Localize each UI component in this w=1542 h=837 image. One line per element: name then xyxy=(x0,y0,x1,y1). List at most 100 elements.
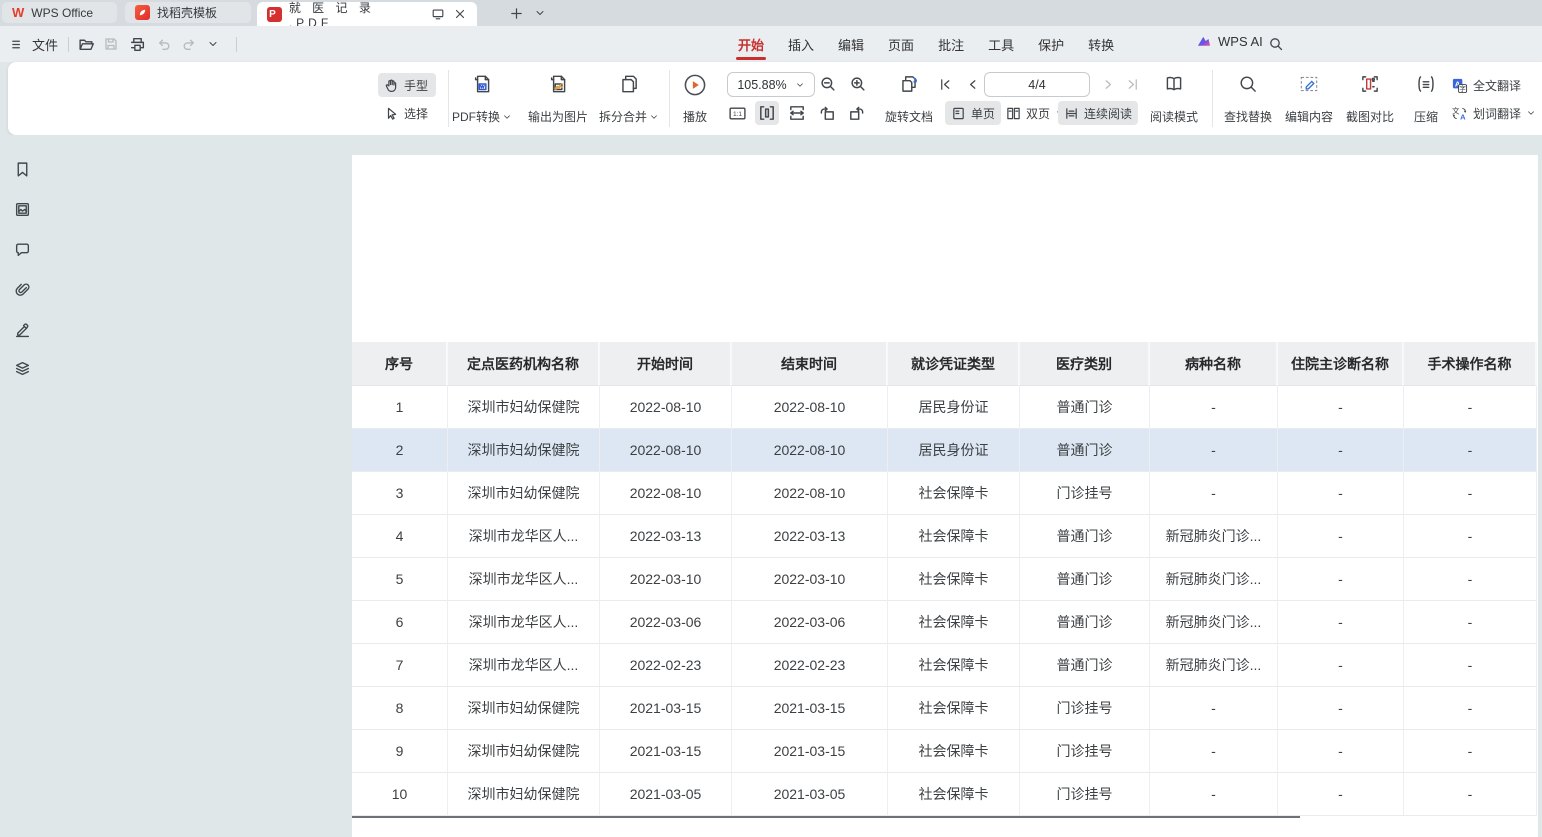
tab-wps-office[interactable]: W WPS Office xyxy=(2,2,117,23)
fit-page-button[interactable] xyxy=(755,101,779,125)
comment-panel-button[interactable] xyxy=(10,237,34,261)
svg-text:A: A xyxy=(1460,112,1466,121)
fit-width-button[interactable] xyxy=(785,101,809,125)
table-cell: - xyxy=(1404,773,1537,816)
print-button[interactable] xyxy=(129,32,146,56)
menu-tab-2[interactable]: 编辑 xyxy=(838,26,864,62)
play-icon xyxy=(683,73,707,97)
table-cell: 深圳市妇幼保健院 xyxy=(448,472,600,515)
table-cell: 2021-03-15 xyxy=(732,730,888,773)
table-cell: 9 xyxy=(352,730,448,773)
thumbnail-panel-button[interactable] xyxy=(10,197,34,221)
export-image-button[interactable]: 输出为图片 xyxy=(521,71,595,127)
layers-panel-button[interactable] xyxy=(10,356,34,380)
page-number-input[interactable]: 4/4 xyxy=(984,72,1090,97)
menu-tab-4[interactable]: 批注 xyxy=(938,26,964,62)
table-cell: 5 xyxy=(352,558,448,601)
table-cell: - xyxy=(1404,687,1537,730)
table-cell: - xyxy=(1404,730,1537,773)
bookmark-panel-button[interactable] xyxy=(10,157,34,181)
table-cell: - xyxy=(1404,472,1537,515)
wps-ai-button[interactable]: WPS AI xyxy=(1196,34,1263,49)
table-cell: - xyxy=(1150,687,1278,730)
chevron-down-icon xyxy=(1526,108,1536,118)
single-page-button[interactable]: 单页 xyxy=(945,101,1001,125)
table-header-cell: 病种名称 xyxy=(1150,342,1278,386)
screenshot-compare-button[interactable]: 截图对比 xyxy=(1340,71,1400,127)
table-cell: 2022-08-10 xyxy=(732,472,888,515)
table-cell: 2022-08-10 xyxy=(600,472,732,515)
pdf-page[interactable]: 序号定点医药机构名称开始时间结束时间就诊凭证类型医疗类别病种名称住院主诊断名称手… xyxy=(352,155,1538,837)
table-cell: - xyxy=(1404,429,1537,472)
edit-content-button[interactable]: 编辑内容 xyxy=(1279,71,1339,127)
table-cell: 深圳市妇幼保健院 xyxy=(448,773,600,816)
menu-tab-7[interactable]: 转换 xyxy=(1088,26,1114,62)
edit-content-label: 编辑内容 xyxy=(1285,108,1333,125)
prev-page-button[interactable] xyxy=(960,72,984,96)
find-replace-button[interactable]: 查找替换 xyxy=(1218,71,1278,127)
full-translate-button[interactable]: A字 全文翻译 xyxy=(1445,73,1527,97)
tab-label: WPS Office xyxy=(31,6,93,20)
share-screen-icon[interactable] xyxy=(431,7,445,21)
zoom-in-button[interactable] xyxy=(846,72,870,96)
attachment-icon xyxy=(14,281,31,298)
table-body: 1深圳市妇幼保健院2022-08-102022-08-10居民身份证普通门诊--… xyxy=(352,386,1537,816)
rotate-right-button[interactable] xyxy=(845,101,869,125)
rotate-document-icon xyxy=(898,73,920,95)
last-page-button[interactable] xyxy=(1120,72,1144,96)
single-page-label: 单页 xyxy=(971,105,995,122)
pdf-convert-button[interactable]: PDF转换 xyxy=(446,71,518,127)
hand-icon xyxy=(384,78,399,93)
search-icon[interactable] xyxy=(1268,36,1284,52)
table-cell: 居民身份证 xyxy=(888,429,1020,472)
menu-tab-1[interactable]: 插入 xyxy=(788,26,814,62)
hand-tool-button[interactable]: 手型 xyxy=(378,73,436,97)
undo-button[interactable] xyxy=(155,32,172,56)
zoom-out-button[interactable] xyxy=(816,72,840,96)
table-cell: 新冠肺炎门诊... xyxy=(1150,558,1278,601)
play-button[interactable]: 播放 xyxy=(674,71,716,127)
attachment-panel-button[interactable] xyxy=(10,277,34,301)
menu-tab-5[interactable]: 工具 xyxy=(988,26,1014,62)
annotate-panel-button[interactable] xyxy=(10,317,34,341)
menu-tab-0[interactable]: 开始 xyxy=(738,26,764,62)
open-file-button[interactable] xyxy=(78,32,95,56)
compress-button[interactable]: 压缩 xyxy=(1404,71,1448,127)
tab-document-pdf[interactable]: P 就 医 记 录 .PDF xyxy=(257,2,477,26)
table-cell: - xyxy=(1278,515,1404,558)
word-translate-button[interactable]: 文A 划词翻译 xyxy=(1445,101,1542,125)
hamburger-icon xyxy=(10,37,25,52)
table-cell: 社会保障卡 xyxy=(888,644,1020,687)
read-mode-button[interactable]: 阅读模式 xyxy=(1144,71,1204,127)
select-tool-button[interactable]: 选择 xyxy=(378,101,436,125)
rotate-document-button[interactable]: 旋转文档 xyxy=(877,71,941,127)
split-merge-button[interactable]: 拆分合并 xyxy=(593,71,665,127)
continuous-read-button[interactable]: 连续阅读 xyxy=(1058,101,1138,125)
rotate-left-button[interactable] xyxy=(815,101,839,125)
menu-tab-6[interactable]: 保护 xyxy=(1038,26,1064,62)
table-cell: - xyxy=(1404,644,1537,687)
table-header-cell: 定点医药机构名称 xyxy=(448,342,600,386)
table-cell: 2021-03-05 xyxy=(732,773,888,816)
table-cell: - xyxy=(1278,558,1404,601)
first-page-button[interactable] xyxy=(933,72,957,96)
quick-access-chevron[interactable] xyxy=(207,32,219,56)
tab-list-chevron[interactable] xyxy=(530,3,550,23)
save-button[interactable] xyxy=(103,32,119,56)
new-tab-button[interactable] xyxy=(506,3,526,23)
table-cell: 社会保障卡 xyxy=(888,687,1020,730)
table-header-cell: 序号 xyxy=(352,342,448,386)
redo-button[interactable] xyxy=(181,32,198,56)
tab-docer-templates[interactable]: 找稻壳模板 xyxy=(125,2,251,23)
table-cell: 10 xyxy=(352,773,448,816)
zoom-level-value: 105.88% xyxy=(737,78,786,92)
file-menu-button[interactable]: 文件 xyxy=(10,32,58,56)
zoom-level-select[interactable]: 105.88% xyxy=(727,72,815,97)
menu-tab-3[interactable]: 页面 xyxy=(888,26,914,62)
next-page-button[interactable] xyxy=(1096,72,1120,96)
undo-icon xyxy=(155,36,172,53)
close-tab-icon[interactable] xyxy=(453,7,467,21)
actual-size-button[interactable]: 1:1 xyxy=(725,101,749,125)
table-cell: 深圳市妇幼保健院 xyxy=(448,429,600,472)
table-cell: - xyxy=(1278,644,1404,687)
